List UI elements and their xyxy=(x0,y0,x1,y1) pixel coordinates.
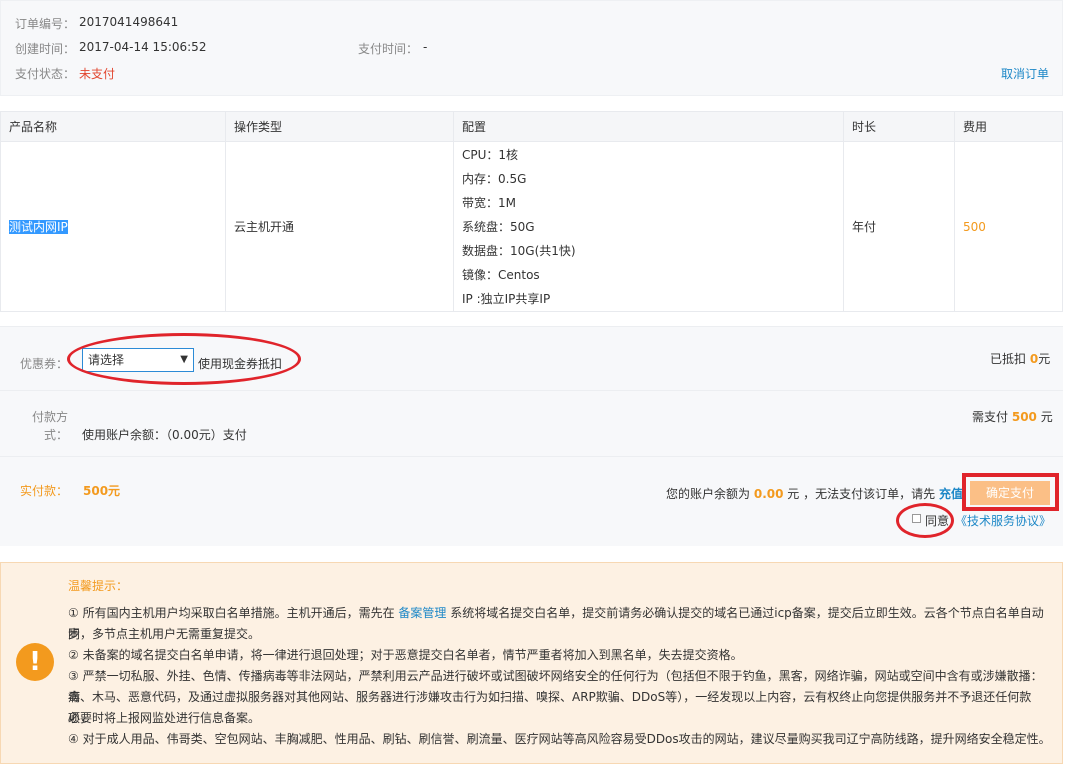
recharge-link[interactable]: 充值 xyxy=(939,487,963,501)
confirm-pay-button[interactable]: 确定支付 xyxy=(970,481,1050,505)
config-memory: 内存：0.5G xyxy=(462,171,527,186)
notice-item-3-cont2: 必要时将上报网监处进行信息备案。 xyxy=(68,711,261,725)
notice-item-2: ② 未备案的域名提交白名单申请，将一律进行退回处理；对于恶意提交白名单者，情节严… xyxy=(68,648,743,662)
balance-value: 0.00 xyxy=(753,487,784,501)
deducted-prefix: 已抵扣 xyxy=(990,352,1027,366)
pay-time: - xyxy=(423,40,428,54)
notice-title: 温馨提示： xyxy=(68,579,129,593)
config-cpu: CPU：1核 xyxy=(462,147,519,162)
pay-time-label: 支付时间： xyxy=(358,42,419,56)
warning-icon: ! xyxy=(16,643,54,681)
pay-status: 未支付 xyxy=(79,67,116,81)
notice-item-1-cont: 步，多节点主机用户无需重复提交。 xyxy=(68,627,261,641)
balance-text: 您的账户余额为 0.00 元 ，无法支付该订单，请先 充值 xyxy=(666,485,963,502)
payment-label-2: 式： xyxy=(44,428,69,442)
coupon-select[interactable]: 请选择 ▼ xyxy=(82,348,194,372)
balance-prefix: 您的账户余额为 xyxy=(666,487,751,501)
notice-item-4: ④ 对于成人用品、伟哥类、空包网站、丰胸减肥、性用品、刷钻、刷信誉、刷流量、医疗… xyxy=(68,732,1051,746)
balance-suffix: 元 ，无法支付该订单，请先 xyxy=(787,487,936,501)
actual-label: 实付款： xyxy=(20,484,69,498)
cell-duration: 年付 xyxy=(843,141,955,312)
cell-op-type: 云主机开通 xyxy=(225,141,454,312)
actual-value: 500元 xyxy=(83,484,121,498)
dropdown-arrow-icon: ▼ xyxy=(180,354,188,365)
deducted-value: 0 xyxy=(1029,352,1039,366)
table-header-row: 产品名称 操作类型 配置 时长 费用 xyxy=(0,111,1063,142)
config-ip: IP :独立IP共享IP xyxy=(462,291,551,306)
cancel-order-link[interactable]: 取消订单 xyxy=(1001,65,1049,82)
pay-status-label: 支付状态： xyxy=(15,67,76,81)
notice-1a: ① 所有国内主机用户均采取白名单措施。主机开通后，需先在 xyxy=(68,606,395,620)
created-time: 2017-04-14 15:06:52 xyxy=(79,40,207,54)
col-product-name: 产品名称 xyxy=(0,111,226,142)
payment-method: 使用账户余额：（0.00元）支付 xyxy=(82,428,247,442)
col-config: 配置 xyxy=(453,111,844,142)
order-number-label: 订单编号： xyxy=(15,17,76,31)
product-name: 测试内网IP xyxy=(9,220,68,234)
coupon-select-value: 请选择 xyxy=(88,353,125,367)
payment-method-section xyxy=(0,390,1063,456)
config-system-disk: 系统盘：50G xyxy=(462,219,535,234)
payment-label-1: 付款方 xyxy=(32,410,69,424)
col-fee: 费用 xyxy=(954,111,1063,142)
deducted-amount: 已抵扣 0元 xyxy=(990,350,1050,367)
config-image: 镜像：Centos xyxy=(462,267,540,282)
cell-fee: 500 xyxy=(954,141,1063,312)
need-prefix: 需支付 xyxy=(972,410,1009,424)
config-bandwidth: 带宽：1M xyxy=(462,195,516,210)
cell-config: CPU：1核 内存：0.5G 带宽：1M 系统盘：50G 数据盘：10G(共1快… xyxy=(453,141,844,312)
filing-management-link[interactable]: 备案管理 xyxy=(398,606,446,620)
order-number: 2017041498641 xyxy=(79,15,179,29)
created-time-label: 创建时间： xyxy=(15,42,76,56)
agree-checkbox[interactable] xyxy=(912,514,921,523)
need-unit: 元 xyxy=(1040,410,1053,424)
config-data-disk: 数据盘：10G(共1快) xyxy=(462,243,576,258)
need-value: 500 xyxy=(1011,410,1037,424)
coupon-desc: 使用现金券抵扣 xyxy=(198,357,283,371)
table-row: 测试内网IP 云主机开通 CPU：1核 内存：0.5G 带宽：1M 系统盘：50… xyxy=(0,141,1063,312)
col-duration: 时长 xyxy=(843,111,955,142)
agree-label: 同意 xyxy=(925,514,950,528)
agreement-link[interactable]: 《技术服务协议》 xyxy=(955,512,1051,529)
product-table: 产品名称 操作类型 配置 时长 费用 测试内网IP 云主机开通 CPU：1核 内… xyxy=(0,111,1063,312)
deducted-unit: 元 xyxy=(1038,352,1051,366)
cell-product-name: 测试内网IP xyxy=(0,141,226,312)
col-op-type: 操作类型 xyxy=(225,111,454,142)
coupon-label: 优惠券： xyxy=(20,357,69,371)
need-pay: 需支付 500 元 xyxy=(972,408,1053,425)
